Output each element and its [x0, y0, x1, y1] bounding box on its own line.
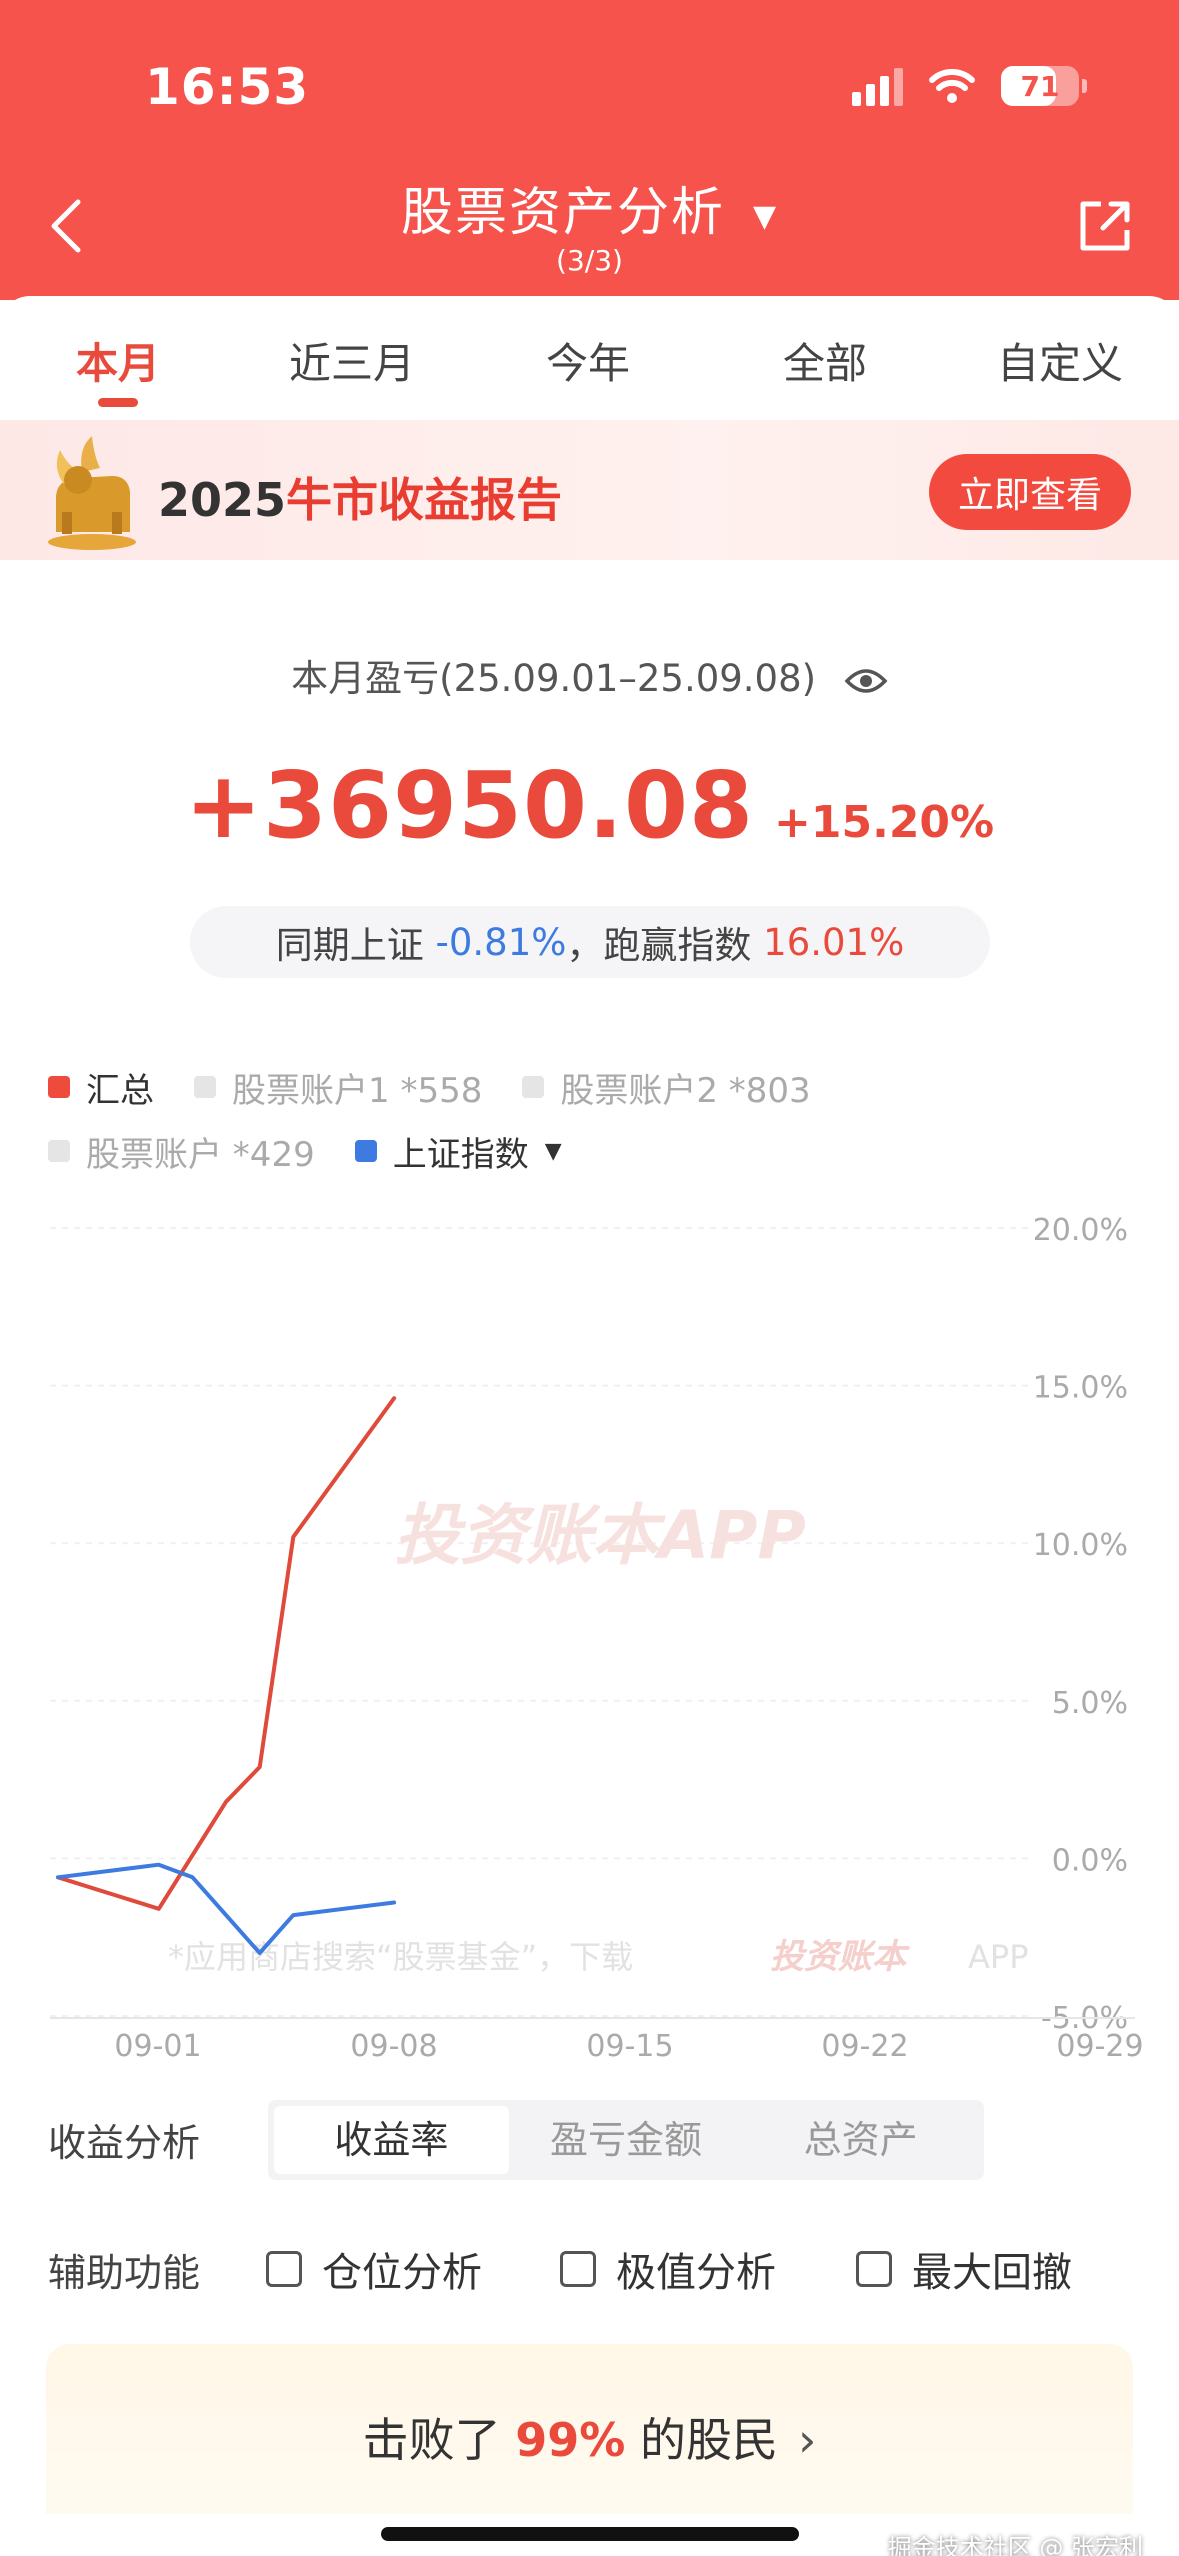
- beat-index-value: 16.01%: [763, 920, 905, 964]
- index-comparison: 同期上证 -0.81% ，跑赢指数 16.01%: [190, 906, 990, 978]
- pnl-amount: +36950.08: [184, 752, 754, 859]
- status-time: 16:53: [145, 58, 310, 116]
- y-tick-label: 0.0%: [1052, 1843, 1128, 1878]
- legend-account-558[interactable]: 股票账户1 *558: [194, 1063, 482, 1112]
- y-tick-label: 10.0%: [1033, 1528, 1128, 1563]
- y-tick-label: 15.0%: [1033, 1371, 1128, 1406]
- index-return: -0.81%: [435, 920, 567, 964]
- page-counter: (3/3): [556, 244, 623, 277]
- share-icon[interactable]: [1077, 198, 1133, 254]
- x-tick-label: 09-01: [114, 2029, 201, 2060]
- analysis-label: 收益分析: [48, 2121, 201, 2165]
- chart-footer-brand: 投资账本: [770, 1937, 910, 1977]
- cellular-signal-icon: [852, 66, 903, 106]
- source-watermark: 掘金技术社区 @ 张宏利: [887, 2534, 1143, 2556]
- y-tick-label: 20.0%: [1033, 1213, 1128, 1248]
- checkbox-icon[interactable]: [266, 2251, 302, 2287]
- x-tick-label: 09-15: [586, 2029, 673, 2060]
- period-tabs: 本月 近三月 今年 全部 自定义: [0, 296, 1179, 418]
- series-line-total: [56, 1396, 397, 1911]
- app-header: 16:53 71 股票资产分析 ▼ (3/3): [0, 0, 1179, 300]
- segment-pnl-amount[interactable]: 盈亏金额: [509, 2106, 744, 2174]
- bull-market-banner[interactable]: 2025牛市收益报告 立即查看: [0, 420, 1179, 560]
- analysis-segmented-control: 收益率 盈亏金额 总资产: [268, 2100, 984, 2180]
- checkbox-max-drawdown[interactable]: 最大回撤: [856, 2240, 1072, 2298]
- segment-total-assets[interactable]: 总资产: [743, 2106, 978, 2174]
- status-indicators: 71: [852, 62, 1087, 110]
- wifi-icon: [929, 69, 975, 103]
- golden-bull-icon: [48, 436, 136, 550]
- x-tick-label: 09-29: [1056, 2029, 1143, 2060]
- battery-icon: 71: [1001, 66, 1087, 106]
- chevron-right-icon: ›: [797, 2413, 817, 2467]
- caret-down-icon: ▼: [544, 1138, 562, 1164]
- tab-this-month[interactable]: 本月: [76, 330, 160, 391]
- y-tick-label: 5.0%: [1052, 1686, 1128, 1721]
- legend-total[interactable]: 汇总: [48, 1063, 154, 1112]
- checkbox-icon[interactable]: [856, 2251, 892, 2287]
- checkbox-position-analysis[interactable]: 仓位分析: [266, 2240, 482, 2298]
- eye-icon[interactable]: [844, 665, 888, 697]
- chart-legend: 汇总 股票账户1 *558 股票账户2 *803 股票账户 *429 上证指数 ▼: [48, 1055, 1148, 1183]
- tab-all[interactable]: 全部: [783, 330, 867, 391]
- segment-return-rate[interactable]: 收益率: [274, 2106, 509, 2174]
- chart-footer-note: *应用商店搜索“股票基金”，下载: [168, 1938, 633, 1976]
- beat-investors-text[interactable]: 击败了 99% 的股民 ›: [0, 2404, 1179, 2470]
- return-chart: 20.0%15.0%10.0%5.0%0.0%-5.0%投资账本APP*应用商店…: [50, 1213, 1144, 2060]
- battery-level: 71: [1020, 69, 1060, 103]
- tab-this-year[interactable]: 今年: [546, 330, 630, 391]
- chart-watermark: 投资账本APP: [394, 1497, 806, 1574]
- checkbox-extreme-analysis[interactable]: 极值分析: [560, 2240, 776, 2298]
- home-indicator: [381, 2527, 799, 2541]
- page-title: 股票资产分析: [400, 183, 725, 243]
- x-tick-label: 09-22: [821, 2029, 908, 2060]
- x-tick-label: 09-08: [350, 2029, 437, 2060]
- pnl-summary: +36950.08 +15.20%: [0, 752, 1179, 859]
- page-title-dropdown[interactable]: 股票资产分析 ▼: [0, 170, 1179, 245]
- tab-three-months[interactable]: 近三月: [289, 330, 415, 391]
- caret-down-icon: ▼: [752, 198, 779, 234]
- tab-custom[interactable]: 自定义: [997, 330, 1123, 391]
- legend-account-429[interactable]: 股票账户 *429: [48, 1127, 315, 1176]
- chart-footer-app: APP: [968, 1938, 1028, 1976]
- legend-shanghai-index[interactable]: 上证指数 ▼: [354, 1127, 562, 1176]
- banner-title: 2025牛市收益报告: [158, 473, 563, 527]
- checkbox-icon[interactable]: [560, 2251, 596, 2287]
- period-pnl-label: 本月盈亏(25.09.01–25.09.08): [0, 648, 1179, 702]
- pnl-percent: +15.20%: [774, 797, 995, 848]
- view-now-button[interactable]: 立即查看: [929, 454, 1131, 530]
- aux-label: 辅助功能: [48, 2251, 201, 2295]
- legend-account-803[interactable]: 股票账户2 *803: [522, 1063, 811, 1112]
- active-tab-indicator: [98, 398, 138, 407]
